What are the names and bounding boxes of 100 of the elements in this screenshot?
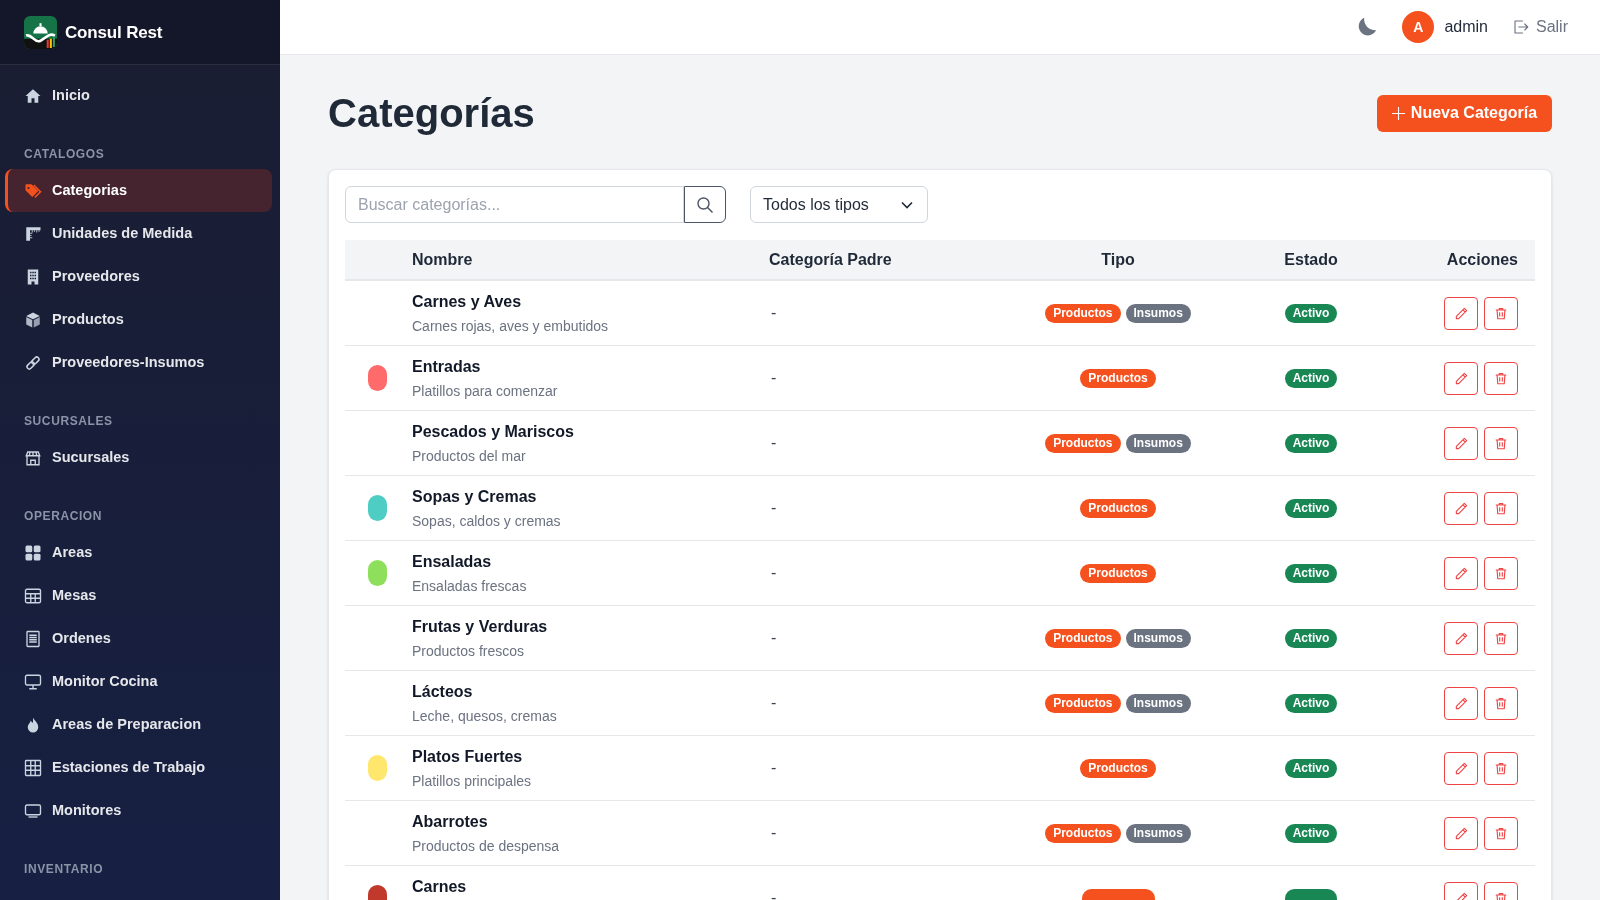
status-badge: Activo (1284, 628, 1338, 648)
category-description: Carnes rojas, aves y embutidos (412, 317, 609, 336)
delete-button[interactable] (1484, 426, 1518, 460)
category-name: Pescados y Mariscos (412, 422, 574, 442)
delete-button[interactable] (1484, 556, 1518, 590)
nav-item[interactable]: Estaciones de Trabajo (5, 746, 272, 789)
status-badge: Activo (1284, 303, 1338, 323)
category-name: Frutas y Verduras (412, 617, 548, 637)
nav-item[interactable]: Monitor Cocina (5, 660, 272, 703)
edit-button[interactable] (1444, 556, 1478, 590)
status-badge: Activo (1284, 433, 1338, 453)
nav-item[interactable]: Proveedores (5, 255, 272, 298)
category-description: Platillos para comenzar (412, 382, 558, 401)
status-badge: Activo (1284, 498, 1338, 518)
nav-item[interactable]: Mesas (5, 574, 272, 617)
nav-item[interactable]: Inicio (5, 74, 272, 117)
delete-button[interactable] (1484, 621, 1518, 655)
category-name: Entradas (412, 357, 481, 377)
category-description: Productos del mar (412, 447, 526, 466)
category-description: Platillos principales (412, 772, 532, 791)
nav-item[interactable]: Areas (5, 531, 272, 574)
pencil-icon (1453, 825, 1469, 841)
delete-button[interactable] (1484, 751, 1518, 785)
nav-item[interactable]: Monitores (5, 789, 272, 832)
trash-icon (1494, 370, 1508, 386)
edit-button[interactable] (1444, 296, 1478, 330)
nav-item[interactable]: Productos (5, 298, 272, 341)
delete-button[interactable] (1484, 361, 1518, 395)
nav-item[interactable]: Sucursales (5, 436, 272, 479)
delete-button[interactable] (1484, 816, 1518, 850)
parent-category: - (771, 824, 777, 841)
section-label: CATALOGOS (24, 146, 105, 162)
pencil-icon (1453, 760, 1469, 776)
edit-button[interactable] (1444, 361, 1478, 395)
category-description: Sopas, caldos y cremas (412, 512, 561, 531)
trash-icon (1494, 500, 1508, 516)
search-field[interactable]: Buscar categorías... (345, 186, 684, 223)
app-name: Consul Rest (65, 22, 163, 45)
nav-item[interactable]: Categorias (5, 169, 272, 212)
trash-icon (1494, 695, 1508, 711)
nav-item[interactable]: Ordenes (5, 617, 272, 660)
pencil-icon (1453, 695, 1469, 711)
edit-button[interactable] (1444, 621, 1478, 655)
grid-icon (24, 758, 42, 777)
trash-icon (1494, 565, 1508, 581)
monitor-icon (24, 672, 42, 691)
receipt-icon (24, 629, 42, 648)
edit-button[interactable] (1444, 491, 1478, 525)
delete-button[interactable] (1484, 686, 1518, 720)
category-description: Leche, quesos, cremas (412, 707, 557, 726)
nav-item[interactable]: Proveedores-Insumos (5, 341, 272, 384)
section-label: INVENTARIO (24, 861, 104, 877)
column-header: Tipo (1101, 250, 1135, 268)
column-header: Categoría Padre (769, 250, 892, 268)
category-name: Sopas y Cremas (412, 487, 537, 507)
type-badge: Insumos (1125, 693, 1191, 713)
category-name: Ensaladas (412, 552, 492, 572)
tag-icon (24, 181, 42, 200)
trash-icon (1494, 630, 1508, 646)
edit-button[interactable] (1444, 751, 1478, 785)
page-title: Categorías (328, 90, 535, 137)
edit-button[interactable] (1444, 686, 1478, 720)
moon-icon[interactable] (1356, 16, 1379, 38)
nav-item[interactable]: Areas de Preparacion (5, 703, 272, 746)
parent-category: - (771, 889, 777, 900)
column-header: Acciones (1446, 250, 1518, 268)
nav-item[interactable]: Unidades de Medida (5, 212, 272, 255)
section-label: OPERACION (24, 508, 103, 524)
delete-button[interactable] (1484, 491, 1518, 525)
type-select[interactable]: Todos los tipos (750, 186, 928, 223)
ruler-icon (24, 224, 42, 243)
type-badge: Productos (1080, 758, 1156, 778)
pencil-icon (1453, 500, 1469, 516)
type-badge: Productos (1080, 498, 1156, 518)
status-badge: Activo (1284, 368, 1338, 388)
type-badge: Productos (1045, 433, 1121, 453)
parent-category: - (771, 304, 777, 321)
status-badge: Activo (1284, 823, 1338, 843)
delete-button[interactable] (1484, 296, 1518, 330)
chevron-down-icon (901, 200, 913, 209)
trash-icon (1494, 760, 1508, 776)
parent-category: - (771, 564, 777, 581)
logout-link[interactable]: Salir (1512, 15, 1568, 39)
edit-button[interactable] (1444, 816, 1478, 850)
table-icon (24, 586, 42, 605)
search-button[interactable] (684, 186, 726, 223)
edit-button[interactable] (1444, 426, 1478, 460)
logo-icon (24, 15, 57, 49)
category-name: Carnes y Aves (412, 292, 522, 312)
parent-category: - (771, 434, 777, 451)
type-badge: Insumos (1125, 303, 1191, 323)
search-icon (697, 196, 713, 213)
column-header: Nombre (412, 250, 473, 268)
plus-icon (1391, 106, 1405, 120)
category-name: Abarrotes (412, 812, 488, 832)
type-badge: Insumos (1125, 628, 1191, 648)
pencil-icon (1453, 435, 1469, 451)
type-badge: Insumos (1125, 433, 1191, 453)
type-badge: Productos (1080, 563, 1156, 583)
column-header: Estado (1284, 250, 1338, 268)
